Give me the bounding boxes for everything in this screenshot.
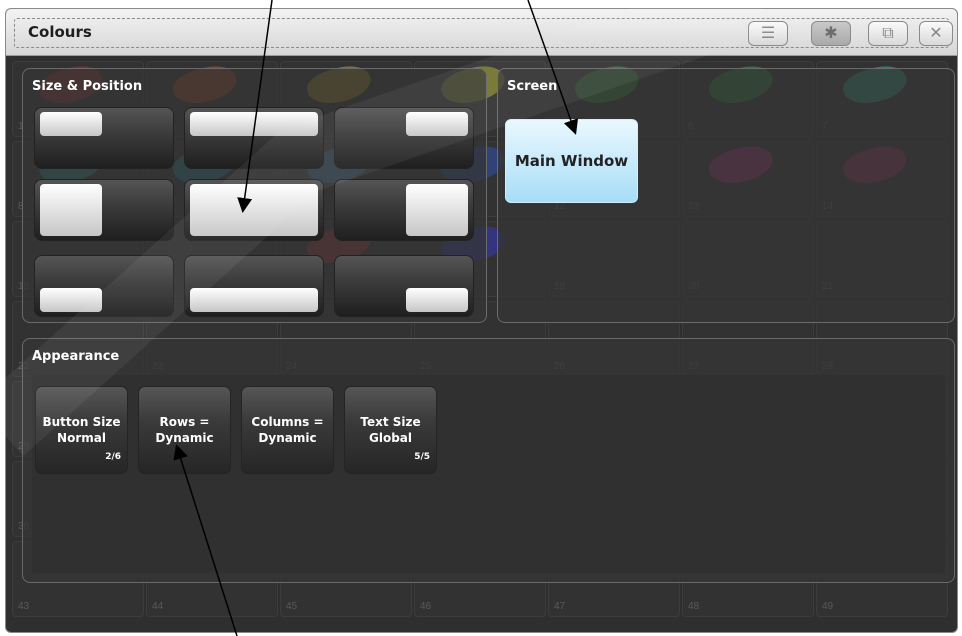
annotation-arrow bbox=[173, 444, 238, 636]
annotation-overlay bbox=[0, 0, 772, 636]
watermark-stroke bbox=[0, 0, 772, 457]
